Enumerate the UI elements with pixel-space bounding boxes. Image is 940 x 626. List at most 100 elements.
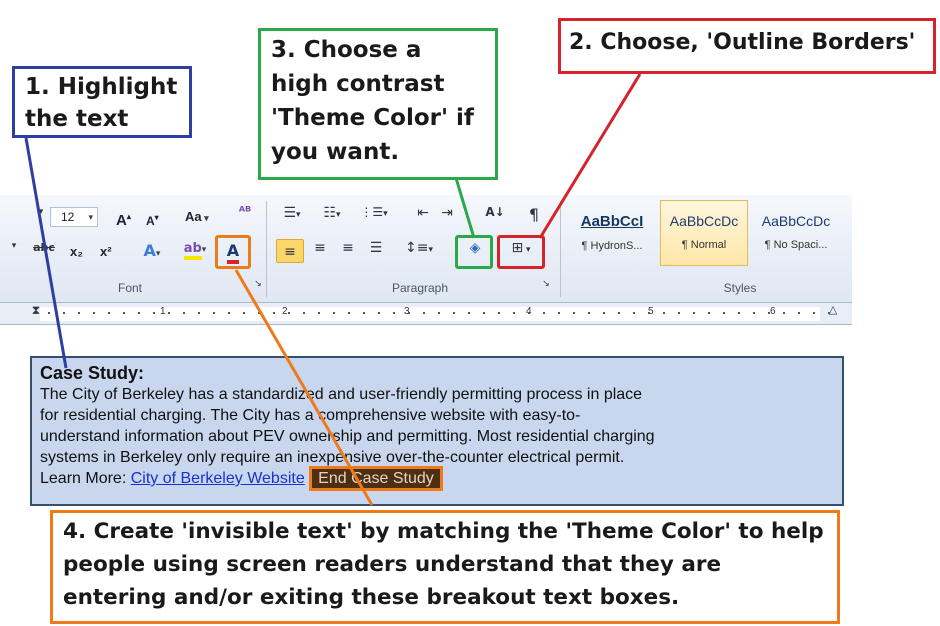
ruler-tick bbox=[78, 312, 80, 314]
font-group-label: Font bbox=[117, 281, 142, 295]
ruler-tick bbox=[273, 312, 275, 314]
ruler-tick bbox=[228, 312, 230, 314]
line-spacing-icon[interactable]: ↕≡▾ bbox=[404, 240, 434, 262]
grow-font-button[interactable]: A▴ bbox=[116, 206, 131, 229]
numbering-icon[interactable]: ☷▾ bbox=[318, 205, 346, 227]
font-size-box[interactable]: 12 ▾ bbox=[50, 207, 98, 227]
grow-font-label: A bbox=[116, 212, 127, 229]
ruler-tick bbox=[213, 312, 215, 314]
style-name: ¶ Normal bbox=[681, 239, 727, 251]
ribbon: ▾ 12 ▾ A▴ A▾ Aa ▾ ᴬᴮ ▾ abc x₂ x² A▾ ab▾ … bbox=[0, 195, 852, 303]
ruler-tick bbox=[723, 312, 725, 314]
case-study-line: for residential charging. The City has a… bbox=[40, 407, 581, 424]
font-name-dropdown-arrow-icon[interactable]: ▾ bbox=[36, 207, 46, 229]
ruler-tick bbox=[768, 312, 770, 314]
ruler-tick bbox=[543, 312, 545, 314]
ruler-tick bbox=[648, 312, 650, 314]
style-preview: AaBbCcDc bbox=[669, 213, 739, 229]
shrink-font-label: A bbox=[146, 214, 155, 228]
ruler-tick bbox=[813, 312, 815, 314]
sort-icon[interactable]: A↓ bbox=[482, 205, 508, 227]
indent-marker-icon[interactable]: ⧗ bbox=[28, 303, 44, 325]
align-left-icon[interactable]: ≡ bbox=[276, 239, 304, 263]
change-case-label: Aa bbox=[185, 209, 202, 224]
superscript-button[interactable]: x² bbox=[100, 241, 112, 263]
ruler-tick bbox=[558, 312, 560, 314]
ruler-tick bbox=[513, 312, 515, 314]
style-preview: AaBbCcI bbox=[580, 213, 644, 230]
ruler-tick bbox=[258, 312, 260, 314]
style-name: ¶ HydronS... bbox=[581, 240, 643, 252]
ruler-tick bbox=[378, 312, 380, 314]
change-case-button[interactable]: Aa ▾ bbox=[185, 206, 209, 228]
ruler-tick bbox=[363, 312, 365, 314]
justify-icon[interactable]: ☰ bbox=[364, 240, 388, 262]
ruler-tick bbox=[93, 312, 95, 314]
ruler-tick bbox=[498, 312, 500, 314]
ruler-tick bbox=[243, 312, 245, 314]
ruler-number: 2 bbox=[282, 306, 288, 317]
ruler-tick bbox=[753, 312, 755, 314]
ruler-tick bbox=[693, 312, 695, 314]
font-dialog-launcher-icon[interactable]: ↘ bbox=[252, 279, 264, 301]
ruler-track bbox=[40, 307, 820, 321]
style-normal[interactable]: AaBbCcDc ¶ Normal bbox=[660, 200, 748, 266]
case-study-line: understand information about PEV ownersh… bbox=[40, 428, 655, 445]
ruler-tick bbox=[633, 312, 635, 314]
learn-more-label: Learn More: bbox=[40, 470, 127, 487]
font-color-highlight bbox=[215, 235, 251, 269]
ruler-tick bbox=[348, 312, 350, 314]
ruler-tick bbox=[333, 312, 335, 314]
highlighter-icon[interactable]: ab▾ bbox=[178, 241, 212, 263]
style-hydron[interactable]: AaBbCcI ¶ HydronS... bbox=[568, 200, 656, 266]
ruler-tick bbox=[828, 312, 830, 314]
bullets-icon[interactable]: ☰▾ bbox=[278, 205, 306, 227]
ruler-tick bbox=[738, 312, 740, 314]
ruler-tick bbox=[138, 312, 140, 314]
callout-step3: 3. Choose a high contrast 'Theme Color' … bbox=[258, 28, 498, 180]
increase-indent-icon[interactable]: ⇥ bbox=[436, 205, 458, 227]
ruler-tick bbox=[438, 312, 440, 314]
ruler-tick bbox=[423, 312, 425, 314]
ruler-tick bbox=[408, 312, 410, 314]
style-name: ¶ No Spaci... bbox=[764, 239, 828, 251]
ruler-tick bbox=[198, 312, 200, 314]
ruler-tick bbox=[393, 312, 395, 314]
ruler-tick bbox=[708, 312, 710, 314]
clear-formatting-icon[interactable]: ᴬᴮ bbox=[232, 205, 258, 227]
style-preview: AaBbCcDc bbox=[761, 213, 831, 229]
shrink-font-button[interactable]: A▾ bbox=[146, 207, 159, 229]
pilcrow-icon[interactable]: ¶ bbox=[525, 205, 543, 227]
ruler-tick bbox=[48, 312, 50, 314]
right-indent-marker-icon[interactable]: △ bbox=[826, 303, 840, 325]
dropdown-arrow-icon[interactable]: ▾ bbox=[6, 241, 22, 263]
decrease-indent-icon[interactable]: ⇤ bbox=[412, 205, 434, 227]
case-study-box[interactable]: Case Study: The City of Berkeley has a s… bbox=[30, 356, 844, 506]
ruler-tick bbox=[783, 312, 785, 314]
ruler-tick bbox=[483, 312, 485, 314]
ruler-tick bbox=[288, 312, 290, 314]
ruler-tick bbox=[798, 312, 800, 314]
ruler-tick bbox=[678, 312, 680, 314]
multilevel-list-icon[interactable]: ⋮☰▾ bbox=[358, 205, 390, 227]
learn-more-row: Learn More: City of Berkeley Website End… bbox=[40, 466, 834, 491]
ruler[interactable]: ⧗ 1 2 3 4 5 6 △ bbox=[0, 303, 852, 325]
font-size-value: 12 bbox=[61, 210, 75, 224]
callout-step1: 1. Highlight the text bbox=[12, 66, 192, 138]
style-no-spacing[interactable]: AaBbCcDc ¶ No Spaci... bbox=[752, 200, 840, 266]
ruler-tick bbox=[168, 312, 170, 314]
ruler-number: 1 bbox=[160, 306, 166, 317]
berkeley-website-link[interactable]: City of Berkeley Website bbox=[131, 470, 305, 487]
subscript-button[interactable]: x₂ bbox=[70, 241, 83, 263]
ruler-tick bbox=[123, 312, 125, 314]
align-center-icon[interactable]: ≡ bbox=[308, 240, 332, 262]
paragraph-dialog-launcher-icon[interactable]: ↘ bbox=[540, 279, 552, 301]
chevron-down-icon: ▾ bbox=[88, 212, 93, 222]
strikethrough-icon[interactable]: abc bbox=[24, 241, 64, 263]
case-study-title: Case Study: bbox=[40, 363, 145, 383]
ruler-tick bbox=[528, 312, 530, 314]
align-right-icon[interactable]: ≡ bbox=[336, 240, 360, 262]
separator bbox=[266, 201, 267, 297]
borders-highlight bbox=[497, 235, 545, 269]
text-effects-icon[interactable]: A▾ bbox=[138, 241, 166, 263]
